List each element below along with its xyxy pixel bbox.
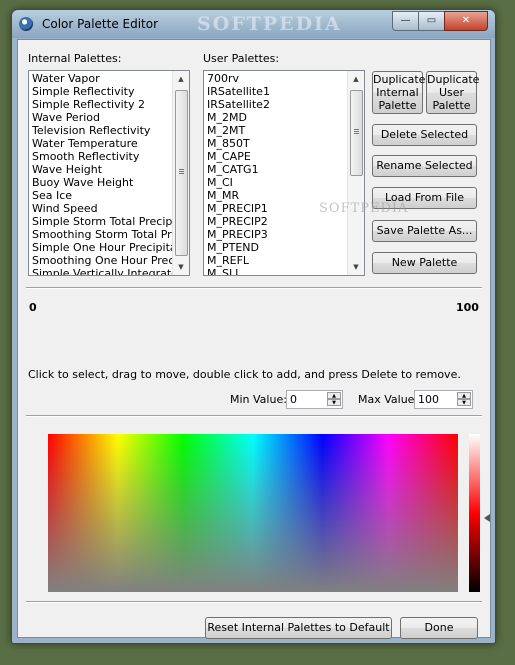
maximize-button[interactable]: ▭ — [418, 11, 445, 31]
list-item[interactable]: Simple Reflectivity 2 — [32, 98, 172, 111]
list-item[interactable]: M_REFL — [207, 254, 347, 267]
list-item[interactable]: Smoothing One Hour Precipit — [32, 254, 172, 267]
list-item[interactable]: IRSatellite1 — [207, 85, 347, 98]
list-item[interactable]: M_PRECIP3 — [207, 228, 347, 241]
save-palette-as-button[interactable]: Save Palette As... — [372, 220, 477, 242]
scroll-thumb[interactable] — [350, 90, 363, 176]
min-value-spinner[interactable]: 0 ▲ ▼ — [286, 390, 343, 409]
list-item[interactable]: M_SLI — [207, 267, 347, 275]
watermark-logo: SOFTPEDIA — [197, 13, 342, 35]
dialog-client-area: Internal Palettes: User Palettes: Water … — [17, 39, 491, 639]
rename-selected-button[interactable]: Rename Selected — [372, 155, 477, 177]
watermark-overlay: SOFTPEDIA — [319, 201, 409, 216]
palette-stops-area[interactable] — [28, 316, 478, 356]
max-value-field[interactable]: 100 — [418, 393, 439, 406]
min-value-label: Min Value: — [230, 393, 287, 406]
list-item[interactable]: M_2MD — [207, 111, 347, 124]
list-item[interactable]: M_CATG1 — [207, 163, 347, 176]
list-item[interactable]: Buoy Wave Height — [32, 176, 172, 189]
luminance-strip[interactable] — [469, 434, 480, 592]
list-item[interactable]: Television Reflectivity — [32, 124, 172, 137]
list-item[interactable]: 700rv — [207, 72, 347, 85]
internal-palettes-listbox[interactable]: Water Vapor Simple Reflectivity Simple Ref… — [28, 70, 190, 276]
list-item[interactable]: Simple Vertically Integrated L — [32, 267, 172, 275]
list-item[interactable]: M_850T — [207, 137, 347, 150]
separator — [26, 601, 482, 603]
user-palettes-listbox[interactable]: 700rv IRSatellite1 IRSatellite2 M_2MD M_2MT M… — [203, 70, 365, 276]
scale-min-label: 0 — [29, 301, 37, 314]
min-value-field[interactable]: 0 — [290, 393, 297, 406]
separator — [26, 287, 482, 289]
duplicate-internal-palette-button[interactable]: Duplicate Internal Palette — [372, 71, 425, 114]
luminance-pointer-icon[interactable] — [484, 514, 490, 522]
list-item[interactable]: Smoothing Storm Total Precip — [32, 228, 172, 241]
scroll-down-icon[interactable]: ▼ — [348, 259, 364, 275]
list-item[interactable]: Simple Reflectivity — [32, 85, 172, 98]
max-value-spinner[interactable]: 100 ▲ ▼ — [414, 390, 473, 409]
separator — [26, 415, 482, 417]
user-palettes-label: User Palettes: — [203, 52, 280, 65]
spin-up-icon[interactable]: ▲ — [457, 392, 471, 399]
app-icon — [19, 17, 33, 31]
list-item[interactable]: Simple One Hour Precipitation — [32, 241, 172, 254]
spin-down-icon[interactable]: ▼ — [327, 399, 341, 406]
window-title: Color Palette Editor — [42, 17, 159, 31]
close-button[interactable]: ✕ — [444, 11, 488, 31]
list-item[interactable]: M_2MT — [207, 124, 347, 137]
internal-palettes-label: Internal Palettes: — [28, 52, 122, 65]
max-value-label: Max Value: — [358, 393, 419, 406]
list-item[interactable]: Smooth Reflectivity — [32, 150, 172, 163]
list-item[interactable]: IRSatellite2 — [207, 98, 347, 111]
spin-down-icon[interactable]: ▼ — [457, 399, 471, 406]
internal-palettes-items: Water Vapor Simple Reflectivity Simple Ref… — [32, 72, 172, 275]
list-item[interactable]: M_CI — [207, 176, 347, 189]
scroll-down-icon[interactable]: ▼ — [173, 259, 189, 275]
color-palette-editor-window: Color Palette Editor SOFTPEDIA — ▭ ✕ Int… — [11, 9, 496, 644]
scroll-up-icon[interactable]: ▲ — [173, 71, 189, 87]
list-item[interactable]: Water Vapor — [32, 72, 172, 85]
list-item[interactable]: M_PTEND — [207, 241, 347, 254]
spin-up-icon[interactable]: ▲ — [327, 392, 341, 399]
title-bar[interactable]: Color Palette Editor SOFTPEDIA — ▭ ✕ — [12, 10, 495, 38]
hue-saturation-picker[interactable] — [48, 434, 458, 592]
user-palettes-scrollbar[interactable]: ▲ ▼ — [347, 71, 364, 275]
list-item[interactable]: Wave Period — [32, 111, 172, 124]
scale-max-label: 100 — [456, 301, 479, 314]
list-item[interactable]: Sea Ice — [32, 189, 172, 202]
list-item[interactable]: Simple Storm Total Precipitati — [32, 215, 172, 228]
delete-selected-button[interactable]: Delete Selected — [372, 124, 477, 146]
list-item[interactable]: M_PRECIP2 — [207, 215, 347, 228]
list-item[interactable]: M_CAPE — [207, 150, 347, 163]
scroll-up-icon[interactable]: ▲ — [348, 71, 364, 87]
list-item[interactable]: Water Temperature — [32, 137, 172, 150]
scroll-thumb[interactable] — [175, 90, 188, 256]
instructions-text: Click to select, drag to move, double cl… — [28, 368, 461, 381]
duplicate-user-palette-button[interactable]: Duplicate User Palette — [426, 71, 479, 114]
internal-palettes-scrollbar[interactable]: ▲ ▼ — [172, 71, 189, 275]
new-palette-button[interactable]: New Palette — [372, 252, 477, 274]
minimize-button[interactable]: — — [392, 11, 419, 31]
user-palettes-items: 700rv IRSatellite1 IRSatellite2 M_2MD M_2MT M… — [207, 72, 347, 275]
done-button[interactable]: Done — [400, 617, 478, 639]
reset-internal-palettes-button[interactable]: Reset Internal Palettes to Default — [205, 617, 392, 639]
list-item[interactable]: Wave Height — [32, 163, 172, 176]
list-item[interactable]: Wind Speed — [32, 202, 172, 215]
